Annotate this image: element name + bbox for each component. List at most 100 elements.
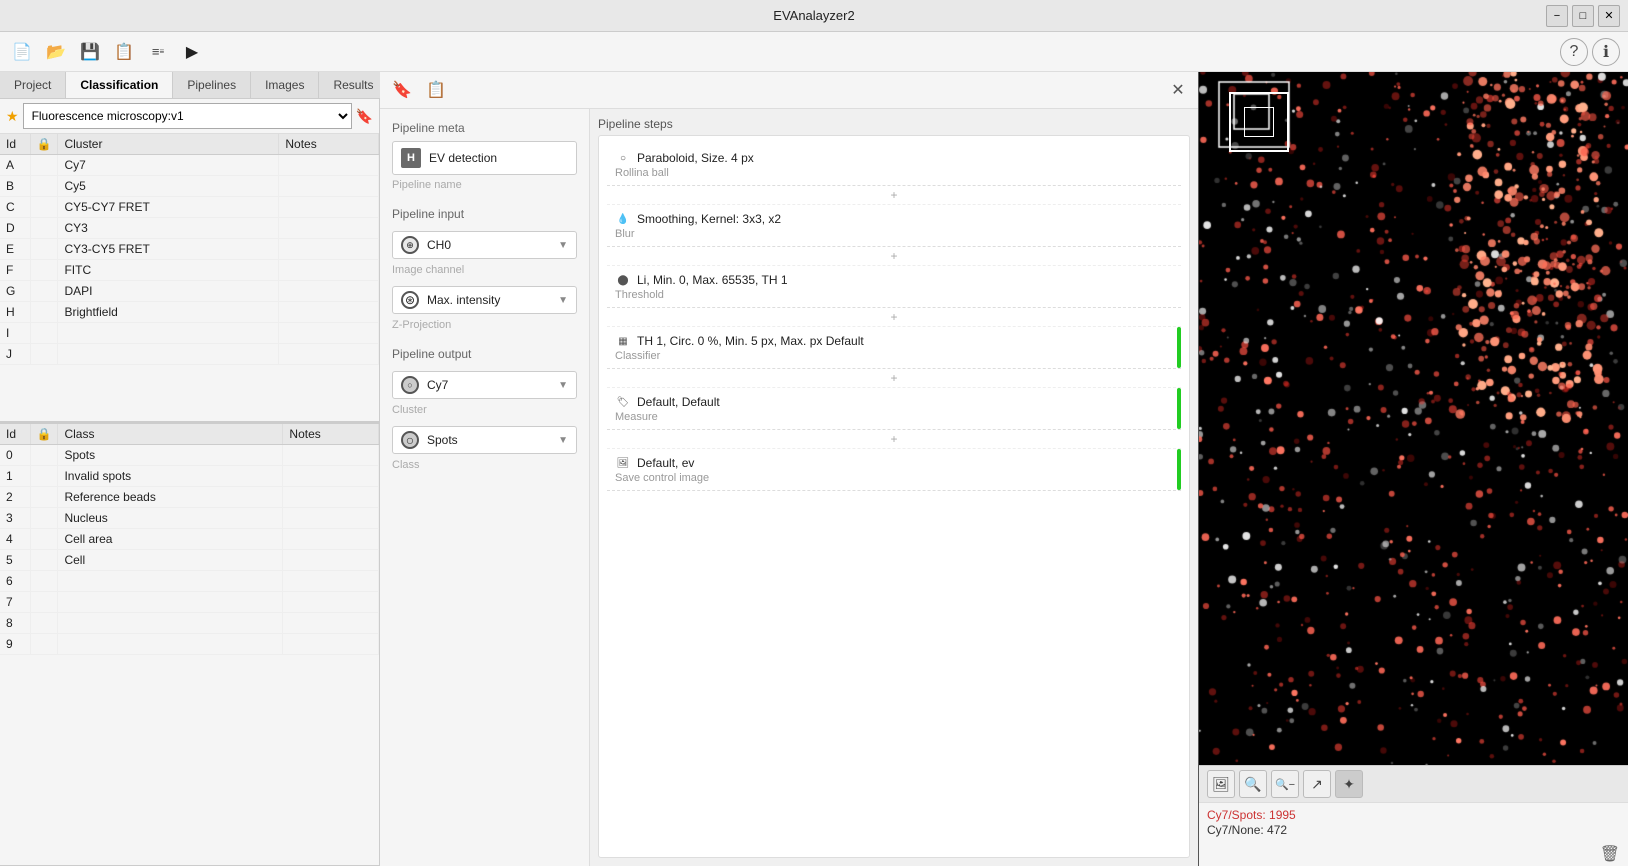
step-icon-3: ▦ [615,333,631,349]
add-step-button[interactable]: + [607,186,1181,205]
add-step-button[interactable]: + [607,247,1181,266]
class-output-value: Spots [427,433,458,447]
table-row[interactable]: 4Cell area [0,529,379,550]
image-controls: 🖼 🔍 🔍− ↗ ✦ [1199,765,1628,802]
table-row[interactable]: GDAPI [0,281,379,302]
image-view-button[interactable]: 🖼 [1207,770,1235,798]
pipeline-step[interactable]: 🏷 Default, Default Measure [607,388,1181,430]
step-label-3: TH 1, Circ. 0 %, Min. 5 px, Max. px Defa… [637,334,864,348]
center-copy-button[interactable]: 📋 [422,76,450,104]
step-sub-5: Save control image [615,472,1173,484]
pipeline-step[interactable]: 🖼 Default, ev Save control image [607,449,1181,491]
microscopy-dropdown[interactable]: Fluorescence microscopy:v1 [23,103,352,129]
run-button[interactable]: ▶ [178,38,206,66]
export-image-button[interactable]: ↗ [1303,770,1331,798]
maximize-button[interactable]: □ [1572,5,1594,27]
table-row[interactable]: ACy7 [0,155,379,176]
cluster-table-container: Id 🔒 Cluster Notes ACy7BCy5CCY5-CY7 FRET… [0,134,379,424]
cluster-output-value: Cy7 [427,378,448,392]
add-step-button[interactable]: + [607,430,1181,449]
step-label-4: Default, Default [637,395,720,409]
pipeline-meta-section: Pipeline meta H EV detection Pipeline na… [380,109,590,866]
table-row[interactable]: FFITC [0,260,379,281]
magic-wand-button[interactable]: ✦ [1335,770,1363,798]
class-table: Id 🔒 Class Notes 0Spots1Invalid spots2Re… [0,424,379,655]
table-row[interactable]: I [0,323,379,344]
info-button[interactable]: ℹ [1592,38,1620,66]
app-title: EVAnalayzer2 [773,8,854,23]
table-row[interactable]: ECY3-CY5 FRET [0,239,379,260]
pipeline-step[interactable]: ○ Paraboloid, Size. 4 px Rollina ball [607,144,1181,186]
projection-value: Max. intensity [427,293,500,307]
zoom-out-button[interactable]: 🔍− [1271,770,1299,798]
bottom-trash: 🗑 [1199,842,1628,866]
table-row[interactable]: 7 [0,592,379,613]
cluster-output-select[interactable]: ○ Cy7 ▼ [392,371,577,399]
add-step-button[interactable]: + [607,369,1181,388]
close-button[interactable]: ✕ [1598,5,1620,27]
class-output-chevron: ▼ [558,435,568,446]
save-button[interactable]: 💾 [76,38,104,66]
bookmark-icon[interactable]: 🔖 [356,108,373,125]
new-doc-button[interactable]: 📄 [8,38,36,66]
class-table-container: Id 🔒 Class Notes 0Spots1Invalid spots2Re… [0,424,379,866]
left-panel: Project Classification Pipelines Images … [0,72,380,866]
table-row[interactable]: 3Nucleus [0,508,379,529]
help-button[interactable]: ? [1560,38,1588,66]
stat-none: Cy7/None: 472 [1207,823,1620,837]
main-layout: Project Classification Pipelines Images … [0,72,1628,866]
table-row[interactable]: J [0,344,379,365]
list-button[interactable]: ≡≡ [144,38,172,66]
table-row[interactable]: DCY3 [0,218,379,239]
image-canvas [1199,72,1628,765]
center-panel: 🔖 📋 ✕ Pipeline meta H EV detection Pipel… [380,72,1198,866]
table-row[interactable]: HBrightfield [0,302,379,323]
tab-images[interactable]: Images [251,72,319,98]
pipeline-step[interactable]: 💧 Smoothing, Kernel: 3x3, x2 Blur [607,205,1181,247]
table-row[interactable]: 1Invalid spots [0,466,379,487]
step-sub-4: Measure [615,411,1173,423]
cluster-placeholder: Cluster [392,404,577,416]
cluster-output-chevron: ▼ [558,380,568,391]
export-button[interactable]: 📋 [110,38,138,66]
center-content: Pipeline meta H EV detection Pipeline na… [380,109,1198,866]
projection-chevron: ▼ [558,295,568,306]
title-bar: EVAnalayzer2 − □ ✕ [0,0,1628,32]
pipeline-step[interactable]: ⬤ Li, Min. 0, Max. 65535, TH 1 Threshold [607,266,1181,308]
minimize-button[interactable]: − [1546,5,1568,27]
center-close-button[interactable]: ✕ [1166,78,1190,102]
right-panel: 🖼 🔍 🔍− ↗ ✦ Cy7/Spots: 1995 Cy7/None: 472… [1198,72,1628,866]
pipeline-step[interactable]: ▦ TH 1, Circ. 0 %, Min. 5 px, Max. px De… [607,327,1181,369]
class-col-notes: Notes [283,424,379,445]
pipeline-meta-group: Pipeline meta H EV detection Pipeline na… [392,121,577,191]
table-row[interactable]: 0Spots [0,445,379,466]
tab-classification[interactable]: Classification [66,72,173,98]
table-row[interactable]: 6 [0,571,379,592]
pipeline-meta-title: Pipeline meta [392,121,577,135]
table-row[interactable]: 9 [0,634,379,655]
add-step-button[interactable]: + [607,308,1181,327]
step-icon-1: 💧 [615,211,631,227]
step-sub-0: Rollina ball [615,167,1173,179]
tab-pipelines[interactable]: Pipelines [173,72,251,98]
channel-select[interactable]: ⊕ CH0 ▼ [392,231,577,259]
projection-select[interactable]: ⊛ Max. intensity ▼ [392,286,577,314]
pipeline-steps-title: Pipeline steps [590,109,1198,135]
table-row[interactable]: BCy5 [0,176,379,197]
open-folder-button[interactable]: 📂 [42,38,70,66]
center-bookmark-button[interactable]: 🔖 [388,76,416,104]
table-row[interactable]: 2Reference beads [0,487,379,508]
tab-results[interactable]: Results [319,72,388,98]
pipeline-input-title: Pipeline input [392,207,577,221]
step-green-bar [1177,449,1181,490]
stat-spots: Cy7/Spots: 1995 [1207,808,1620,822]
table-row[interactable]: 5Cell [0,550,379,571]
tab-project[interactable]: Project [0,72,66,98]
table-row[interactable]: CCY5-CY7 FRET [0,197,379,218]
zoom-in-button[interactable]: 🔍 [1239,770,1267,798]
table-row[interactable]: 8 [0,613,379,634]
class-output-icon: ○ [401,431,419,449]
class-output-select[interactable]: ○ Spots ▼ [392,426,577,454]
trash-button[interactable]: 🗑 [1600,844,1620,864]
projection-placeholder: Z-Projection [392,319,577,331]
